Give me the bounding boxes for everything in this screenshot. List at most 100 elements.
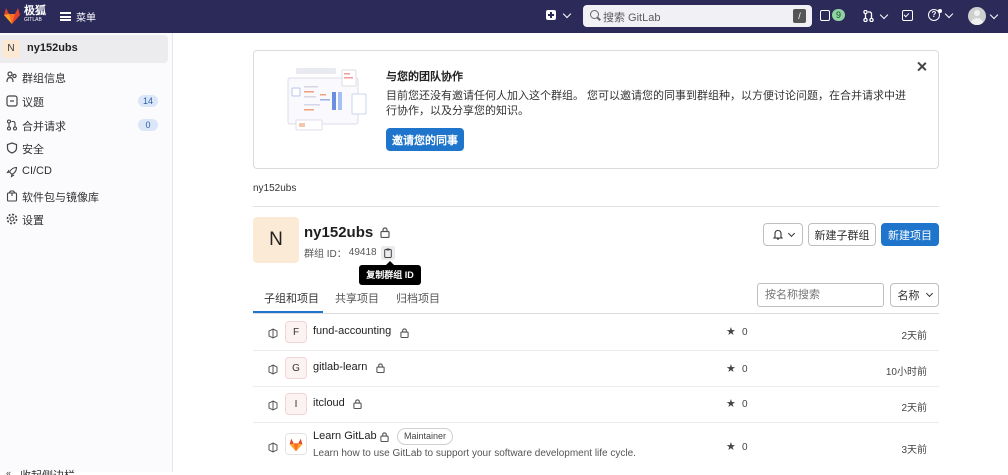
project-avatar: I	[285, 393, 307, 415]
sidebar-item-group-info[interactable]: 群组信息	[0, 66, 172, 88]
lock-icon	[353, 399, 362, 409]
search-shortcut-key: /	[793, 9, 806, 23]
issues-icon	[6, 95, 18, 107]
project-avatar: F	[285, 321, 307, 343]
search-box[interactable]: 搜索 GitLab /	[583, 5, 812, 27]
project-name[interactable]: Learn GitLab	[313, 430, 377, 442]
project-row[interactable]: Learn GitLab Maintainer Learn how to use…	[253, 422, 939, 472]
sidebar-item-cicd[interactable]: CI/CD	[0, 161, 172, 183]
close-banner-button[interactable]	[916, 61, 928, 73]
top-navbar: 极狐 GITLAB 菜单 搜索 GitLab / 9 ?	[0, 0, 1008, 33]
updated-time: 3天前	[901, 445, 927, 456]
star-count: 0	[742, 442, 748, 453]
todos-nav-button[interactable]	[902, 10, 913, 21]
sort-label: 名称	[897, 290, 920, 302]
tab-subgroups-and-projects[interactable]: 子组和项目	[253, 283, 323, 313]
brand-logo[interactable]: 极狐 GITLAB	[2, 6, 46, 26]
sidebar-item-settings[interactable]: 设置	[0, 208, 172, 230]
bell-icon	[772, 229, 783, 240]
gitlab-logo-icon	[289, 438, 303, 451]
shield-icon	[6, 142, 18, 154]
sidebar-group-header[interactable]: N ny152ubs	[0, 35, 168, 63]
star-count: 0	[742, 364, 748, 375]
merge-request-icon	[863, 10, 874, 22]
chevron-down-icon	[944, 9, 954, 18]
star-icon: ★	[726, 326, 736, 338]
tab-shared-projects[interactable]: 共享项目	[328, 283, 388, 313]
sidebar-item-label: 合并请求	[22, 121, 66, 133]
project-name[interactable]: gitlab-learn	[313, 361, 367, 373]
divider	[253, 206, 939, 207]
project-icon	[268, 400, 278, 411]
star-icon: ★	[726, 363, 736, 375]
star-icon: ★	[726, 398, 736, 410]
sidebar-item-issues[interactable]: 议题 14	[0, 90, 172, 112]
star-count: 0	[742, 399, 748, 410]
merge-request-icon	[6, 119, 18, 131]
brand-sub: GITLAB	[24, 17, 42, 23]
group-avatar: N	[2, 40, 20, 58]
package-icon	[6, 190, 18, 202]
hamburger-icon	[60, 12, 71, 21]
banner-title: 与您的团队协作	[386, 71, 463, 83]
issues-nav-button[interactable]: 9	[820, 9, 846, 21]
new-project-button[interactable]: 新建项目	[881, 223, 939, 246]
issues-count-badge: 14	[137, 95, 158, 107]
star-icon: ★	[726, 441, 736, 453]
help-dropdown[interactable]: ?	[928, 9, 954, 21]
page-title: ny152ubs	[304, 224, 374, 241]
group-title: ny152ubs	[304, 224, 390, 241]
updated-time: 2天前	[901, 331, 927, 342]
sort-dropdown[interactable]: 名称	[890, 283, 939, 307]
menu-button[interactable]: 菜单	[60, 9, 96, 24]
issues-icon	[820, 9, 830, 21]
role-badge: Maintainer	[397, 428, 454, 445]
lock-icon	[380, 432, 389, 442]
new-dropdown[interactable]	[546, 9, 572, 20]
breadcrumb-item[interactable]: ny152ubs	[253, 183, 296, 194]
merge-requests-nav-button[interactable]	[863, 10, 889, 22]
tab-archived-projects[interactable]: 归档项目	[388, 283, 448, 313]
sidebar-collapse-button[interactable]: « 收起侧边栏	[0, 465, 172, 475]
chevron-down-icon	[787, 229, 795, 237]
copy-group-id-button[interactable]	[380, 245, 395, 260]
notifications-dropdown[interactable]	[763, 223, 803, 246]
sidebar-item-label: 群组信息	[22, 73, 66, 85]
lock-icon	[400, 328, 409, 338]
project-name[interactable]: itcloud	[313, 397, 345, 409]
star-count: 0	[742, 327, 748, 338]
project-description: Learn how to use GitLab to support your …	[313, 448, 636, 459]
sidebar-collapse-label: 收起侧边栏	[20, 467, 75, 475]
copy-id-tooltip: 复制群组 ID	[359, 261, 421, 285]
sidebar-item-label: 安全	[22, 144, 44, 156]
sidebar-item-packages[interactable]: 软件包与镜像库	[0, 185, 172, 207]
project-row[interactable]: I itcloud ★ 0 2天前	[253, 386, 939, 421]
new-subgroup-button[interactable]: 新建子群组	[808, 223, 876, 246]
sidebar-group-name: ny152ubs	[27, 42, 78, 54]
group-id-row: 群组 ID： 49418	[304, 245, 395, 260]
project-icon	[268, 442, 278, 453]
sidebar-item-security[interactable]: 安全	[0, 137, 172, 159]
project-row[interactable]: G gitlab-learn ★ 0 10小时前	[253, 350, 939, 385]
project-name[interactable]: fund-accounting	[313, 325, 391, 337]
tooltip-text: 复制群组 ID	[366, 270, 414, 280]
group-id-value: 49418	[348, 247, 377, 258]
todo-checkbox-icon	[902, 10, 913, 21]
clipboard-icon	[383, 248, 392, 258]
project-avatar	[285, 433, 307, 455]
user-menu[interactable]	[968, 7, 999, 25]
merge-requests-count-badge: 0	[138, 119, 158, 131]
sidebar-item-merge-requests[interactable]: 合并请求 0	[0, 114, 172, 136]
tab-label: 归档项目	[396, 293, 440, 305]
banner-body: 目前您还没有邀请任何人加入这个群组。 您可以邀请您的同事到群组种，以方便讨论问题…	[386, 90, 907, 117]
project-icon	[268, 328, 278, 339]
project-row[interactable]: F fund-accounting ★ 0 2天前	[253, 315, 939, 349]
chevron-down-icon	[879, 10, 889, 19]
search-by-name-input[interactable]	[757, 283, 884, 307]
invite-colleagues-button[interactable]: 邀请您的同事	[386, 128, 464, 151]
sidebar-item-label: 软件包与镜像库	[22, 192, 99, 204]
collaboration-illustration	[287, 68, 367, 131]
sidebar-item-label: CI/CD	[22, 165, 52, 177]
tabs-divider	[253, 313, 939, 314]
fox-logo-icon	[4, 8, 20, 24]
